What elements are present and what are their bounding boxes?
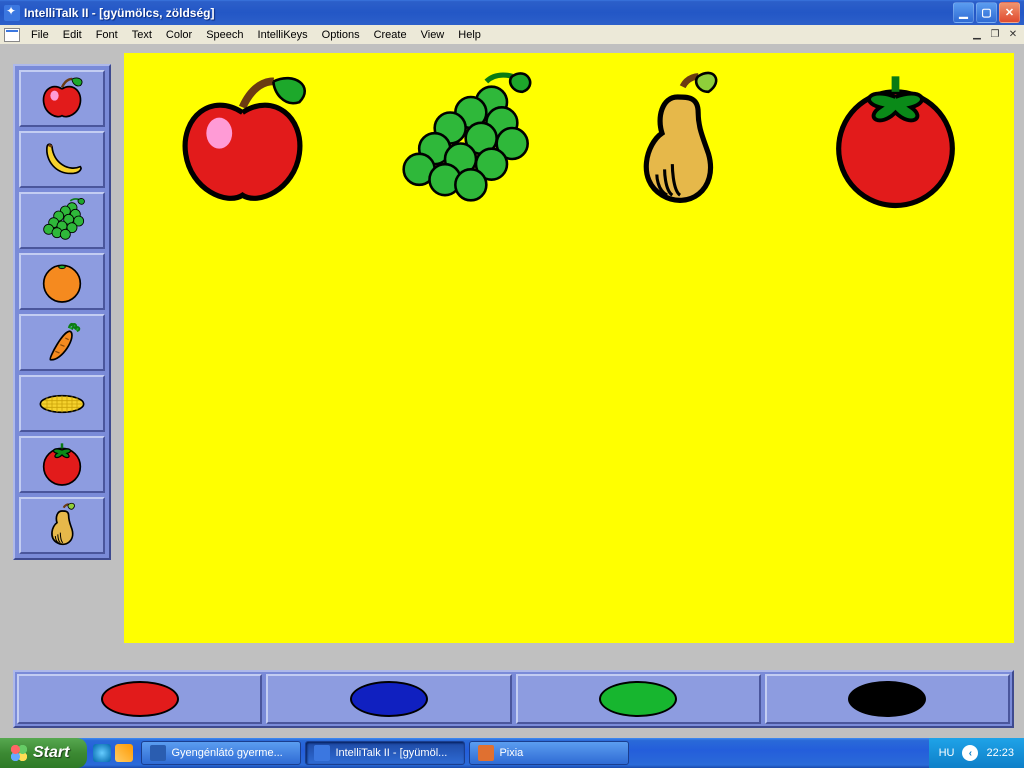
menu-help[interactable]: Help bbox=[451, 27, 488, 43]
task-button-0[interactable]: Gyengénlátó gyerme... bbox=[141, 741, 301, 765]
start-label: Start bbox=[33, 744, 69, 762]
menu-file[interactable]: File bbox=[24, 27, 56, 43]
task-label: Gyengénlátó gyerme... bbox=[171, 747, 282, 759]
task-button-1[interactable]: IntelliTalk II - [gyümöl... bbox=[305, 741, 465, 765]
task-label: IntelliTalk II - [gyümöl... bbox=[335, 747, 447, 759]
canvas-item-pear[interactable] bbox=[588, 63, 768, 223]
canvas-item-apple[interactable] bbox=[153, 63, 333, 223]
menu-options[interactable]: Options bbox=[315, 27, 367, 43]
app-icon bbox=[4, 5, 20, 21]
sidebar-item-banana[interactable] bbox=[19, 131, 105, 188]
titlebar: IntelliTalk II - [gyümölcs, zöldség] ▁ ▢… bbox=[0, 0, 1024, 25]
ellipse-icon bbox=[101, 681, 179, 717]
ellipse-icon bbox=[350, 681, 428, 717]
menu-intellikeys[interactable]: IntelliKeys bbox=[251, 27, 315, 43]
sidebar-item-corn[interactable] bbox=[19, 375, 105, 432]
tray-expand-icon[interactable]: ‹ bbox=[962, 745, 978, 761]
sidebar-item-carrot[interactable] bbox=[19, 314, 105, 371]
carrot-icon bbox=[37, 318, 87, 368]
color-black-button[interactable] bbox=[765, 674, 1010, 724]
apple-icon bbox=[37, 74, 87, 124]
menu-font[interactable]: Font bbox=[89, 27, 125, 43]
tomato-icon bbox=[37, 440, 87, 490]
menubar: FileEditFontTextColorSpeechIntelliKeysOp… bbox=[0, 25, 1024, 45]
workspace bbox=[0, 45, 1024, 738]
grapes-icon bbox=[37, 196, 87, 246]
pear-icon bbox=[37, 501, 87, 551]
menu-color[interactable]: Color bbox=[159, 27, 199, 43]
tomato-icon bbox=[818, 66, 973, 221]
color-red-button[interactable] bbox=[17, 674, 262, 724]
corn-icon bbox=[37, 379, 87, 429]
sidebar-item-grapes[interactable] bbox=[19, 192, 105, 249]
pear-icon bbox=[600, 66, 755, 221]
orange-icon bbox=[37, 257, 87, 307]
task-button-2[interactable]: Pixia bbox=[469, 741, 629, 765]
system-tray: HU ‹ 22:23 bbox=[929, 738, 1024, 768]
grapes-icon bbox=[383, 66, 538, 221]
word-icon bbox=[150, 745, 166, 761]
canvas[interactable] bbox=[124, 53, 1014, 643]
sidebar-item-orange[interactable] bbox=[19, 253, 105, 310]
intellitalk-icon bbox=[314, 745, 330, 761]
window-title: IntelliTalk II - [gyümölcs, zöldség] bbox=[24, 6, 953, 20]
mdi-close-button[interactable]: ✕ bbox=[1006, 28, 1020, 42]
show-desktop-icon[interactable] bbox=[115, 744, 133, 762]
apple-icon bbox=[165, 66, 320, 221]
close-button[interactable]: ✕ bbox=[999, 2, 1020, 23]
quick-launch bbox=[87, 744, 139, 762]
color-bar bbox=[13, 670, 1014, 728]
sidebar-item-pear[interactable] bbox=[19, 497, 105, 554]
mdi-restore-button[interactable]: ❐ bbox=[988, 28, 1002, 42]
sidebar-item-tomato[interactable] bbox=[19, 436, 105, 493]
windows-logo-icon bbox=[10, 744, 28, 762]
sidebar-palette bbox=[13, 64, 111, 560]
task-label: Pixia bbox=[499, 747, 523, 759]
clock[interactable]: 22:23 bbox=[986, 747, 1014, 759]
canvas-item-grapes[interactable] bbox=[370, 63, 550, 223]
menu-view[interactable]: View bbox=[414, 27, 452, 43]
taskbar: Start Gyengénlátó gyerme... IntelliTalk I… bbox=[0, 738, 1024, 768]
color-green-button[interactable] bbox=[516, 674, 761, 724]
start-button[interactable]: Start bbox=[0, 738, 87, 768]
maximize-button[interactable]: ▢ bbox=[976, 2, 997, 23]
menu-speech[interactable]: Speech bbox=[199, 27, 250, 43]
ie-icon[interactable] bbox=[93, 744, 111, 762]
canvas-item-tomato[interactable] bbox=[805, 63, 985, 223]
minimize-button[interactable]: ▁ bbox=[953, 2, 974, 23]
ellipse-icon bbox=[599, 681, 677, 717]
menu-edit[interactable]: Edit bbox=[56, 27, 89, 43]
mdi-minimize-button[interactable]: ▁ bbox=[970, 28, 984, 42]
ellipse-icon bbox=[848, 681, 926, 717]
language-indicator[interactable]: HU bbox=[939, 747, 955, 759]
pixia-icon bbox=[478, 745, 494, 761]
menu-create[interactable]: Create bbox=[367, 27, 414, 43]
menu-text[interactable]: Text bbox=[125, 27, 159, 43]
color-blue-button[interactable] bbox=[266, 674, 511, 724]
banana-icon bbox=[37, 135, 87, 185]
sidebar-item-apple[interactable] bbox=[19, 70, 105, 127]
mdi-document-icon[interactable] bbox=[4, 28, 20, 42]
